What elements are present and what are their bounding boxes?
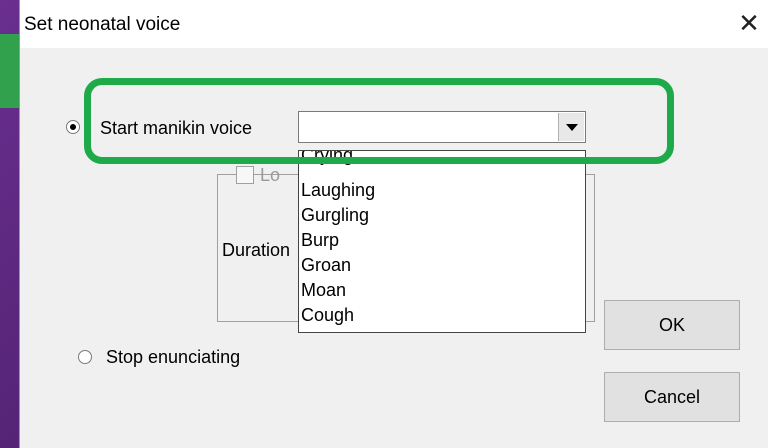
green-highlight-box bbox=[84, 78, 674, 164]
cancel-button[interactable]: Cancel bbox=[604, 372, 740, 422]
loop-checkbox-label: Lo bbox=[260, 165, 281, 185]
start-manikin-voice-radio[interactable] bbox=[66, 120, 80, 134]
dropdown-item-cough[interactable]: Cough bbox=[301, 305, 354, 325]
dropdown-item-laughing[interactable]: Laughing bbox=[301, 180, 375, 200]
dropdown-item-gurgling[interactable]: Gurgling bbox=[301, 205, 369, 225]
loop-checkbox[interactable] bbox=[236, 166, 254, 184]
voice-dropdown-list: Crying Laughing Gurgling Burp Groan Moan… bbox=[298, 150, 586, 333]
title-bar: Set neonatal voice ✕ bbox=[20, 0, 768, 48]
dropdown-item-groan[interactable]: Groan bbox=[301, 255, 351, 275]
duration-label: Duration bbox=[222, 240, 291, 260]
dropdown-item-burp[interactable]: Burp bbox=[301, 230, 339, 250]
ok-button[interactable]: OK bbox=[604, 300, 740, 350]
dropdown-item-moan[interactable]: Moan bbox=[301, 280, 346, 300]
dialog-title: Set neonatal voice bbox=[24, 14, 181, 35]
stop-enunciating-label: Stop enunciating bbox=[106, 347, 241, 367]
stop-enunciating-radio[interactable] bbox=[78, 350, 92, 364]
close-icon[interactable]: ✕ bbox=[735, 10, 763, 38]
set-neonatal-voice-dialog: Set neonatal voice ✕ Start manikin voice… bbox=[19, 0, 768, 448]
